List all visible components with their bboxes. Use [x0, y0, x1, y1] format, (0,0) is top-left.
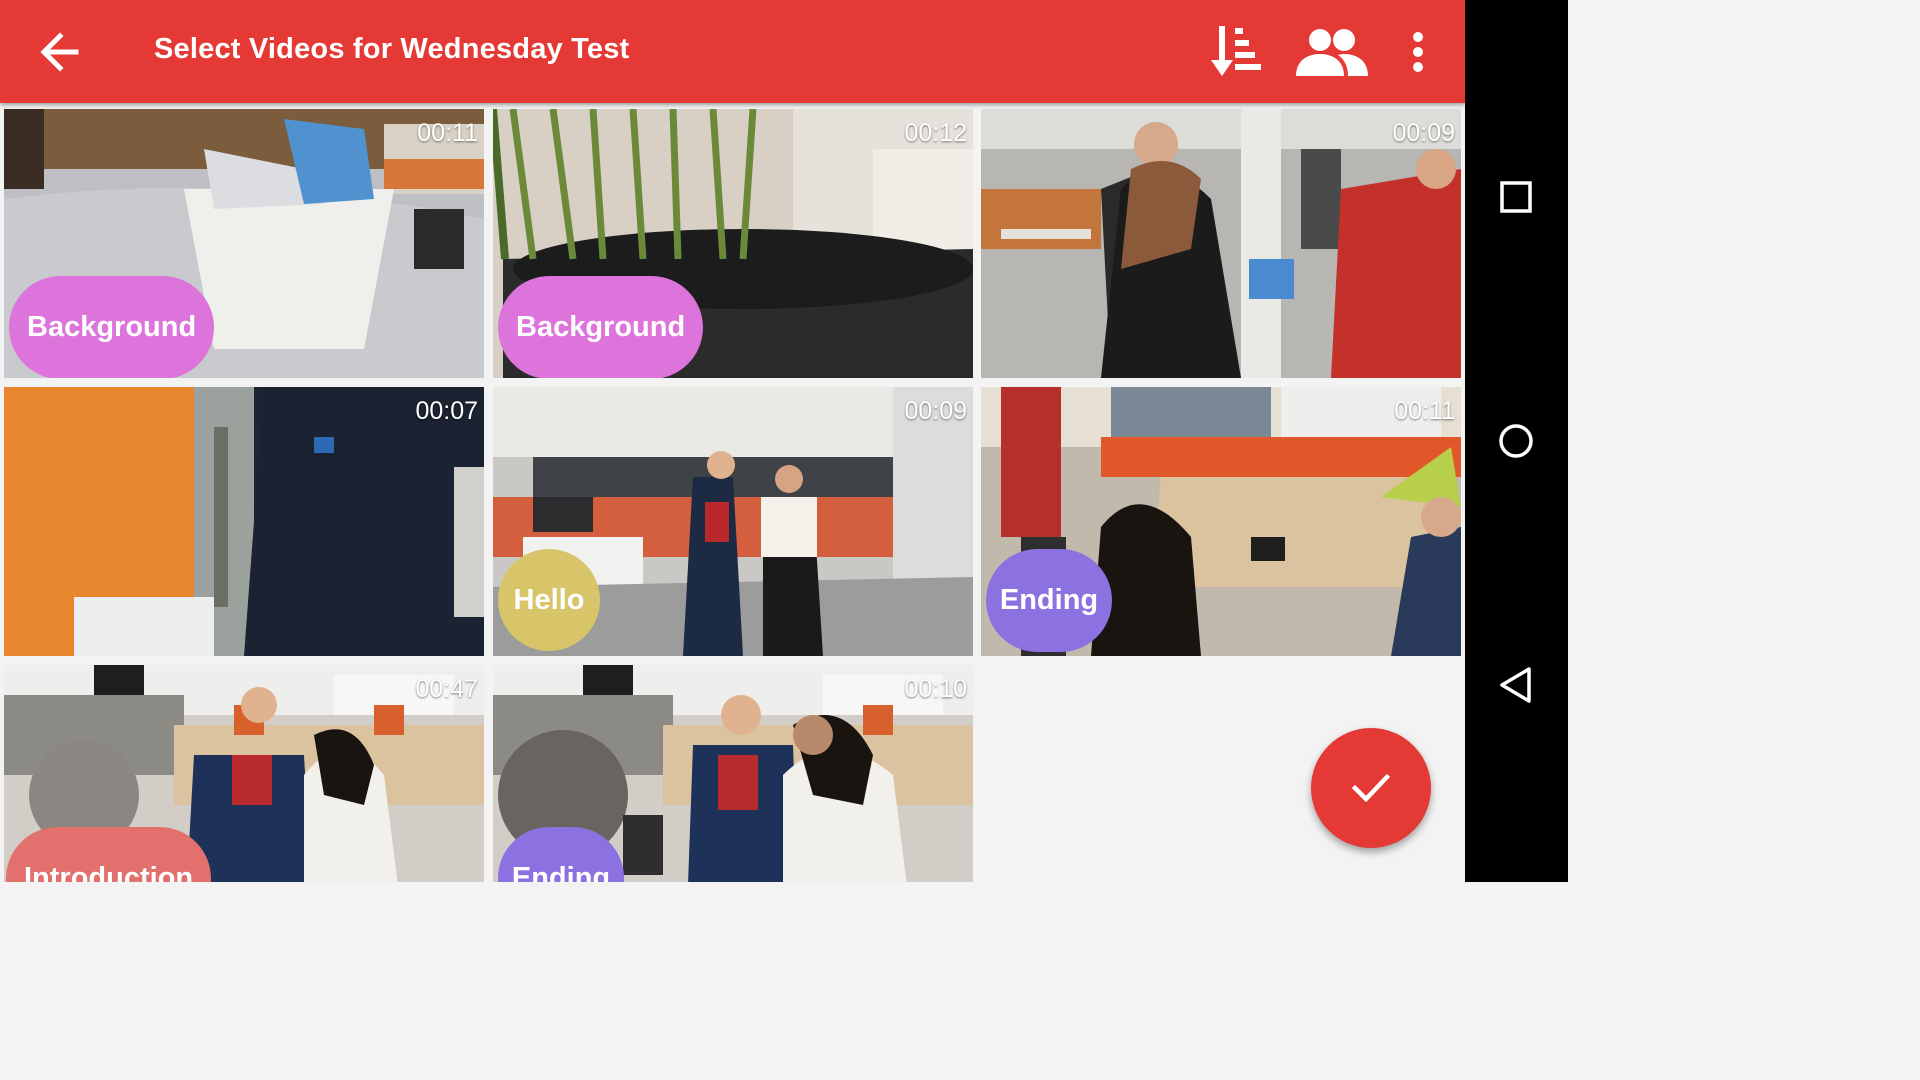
back-triangle-icon [1500, 667, 1531, 703]
video-tile[interactable]: 00:11 Ending [981, 387, 1461, 656]
more-vert-icon [1413, 32, 1423, 72]
home-circle-icon [1499, 424, 1533, 458]
clip-tag: Hello [498, 549, 600, 651]
recents-button[interactable] [1491, 172, 1541, 222]
people-button[interactable] [1294, 20, 1370, 84]
video-thumbnail [981, 109, 1461, 378]
video-thumbnail [4, 387, 484, 656]
video-duration: 00:11 [417, 119, 478, 147]
video-tile[interactable]: 00:10 Ending [493, 665, 973, 882]
video-tile[interactable]: 00:09 [981, 109, 1461, 378]
arrow-back-icon [40, 32, 79, 72]
sort-button[interactable] [1205, 20, 1269, 84]
video-tile[interactable]: 00:47 Introduction [4, 665, 484, 882]
sort-icon [1211, 26, 1261, 76]
video-tile[interactable]: 00:11 Background [4, 109, 484, 378]
recents-square-icon [1500, 181, 1532, 213]
clip-tag: Ending [986, 549, 1112, 652]
video-duration: 00:07 [415, 397, 478, 425]
video-tile[interactable]: 00:12 Background [493, 109, 973, 378]
system-navigation-bar [1465, 0, 1568, 882]
clip-tag: Introduction [6, 827, 212, 882]
home-button[interactable] [1491, 416, 1541, 466]
check-icon [1351, 773, 1391, 803]
app-bar: Select Videos for Wednesday Test [0, 0, 1465, 103]
video-tile[interactable]: 00:09 Hello [493, 387, 973, 656]
clip-tag: Background [498, 276, 704, 378]
video-duration: 00:11 [1394, 397, 1455, 425]
video-duration: 00:09 [1392, 119, 1455, 147]
back-button[interactable] [30, 22, 90, 82]
video-duration: 00:12 [904, 119, 967, 147]
page-title: Select Videos for Wednesday Test [154, 33, 630, 65]
people-icon [1296, 29, 1368, 76]
system-back-button[interactable] [1491, 660, 1541, 710]
confirm-selection-button[interactable] [1311, 728, 1431, 848]
clip-tag: Background [9, 276, 215, 378]
video-tile[interactable]: 00:07 [4, 387, 484, 656]
video-duration: 00:09 [904, 397, 967, 425]
video-duration: 00:10 [904, 675, 967, 703]
video-duration: 00:47 [415, 675, 478, 703]
video-grid: 00:11 Background 00:12 Background 00:09 … [0, 104, 1465, 882]
more-options-button[interactable] [1400, 20, 1436, 84]
